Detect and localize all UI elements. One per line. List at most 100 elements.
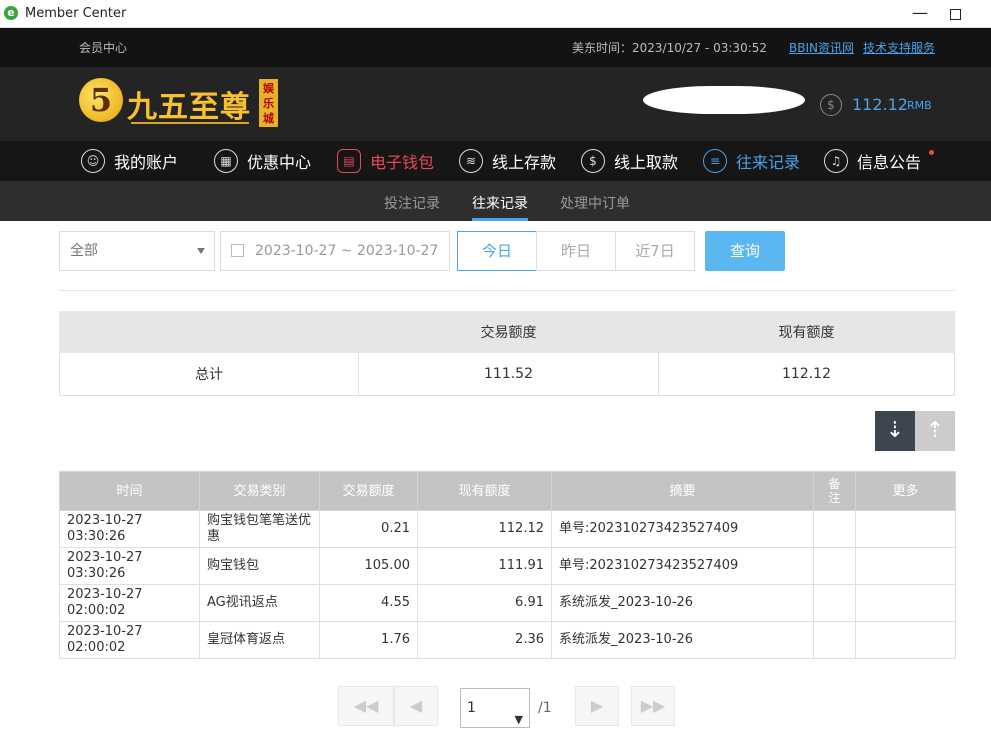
main-nav: ☺ 我的账户 ▦ 优惠中心 ▤ 电子钱包 ≋ 线上存款 $ 线上取款 ≡ 往来记… [0,141,991,181]
username-redacted [643,86,805,114]
cell-remark [813,621,856,659]
top-info-bar: 会员中心 美东时间：2023/10/27 - 03:30:52 BBIN资讯网 … [0,28,991,67]
prev-page-icon[interactable]: ◀ [394,686,438,726]
page-select[interactable]: 1 ▼ [460,688,530,728]
cell-more[interactable] [855,621,956,659]
summary-total-label: 总计 [59,352,359,396]
notification-dot [929,150,934,155]
table-row: 2023-10-27 02:00:02 AG视讯返点 4.55 6.91 系统派… [59,584,956,622]
tab-bet-records[interactable]: 投注记录 [384,193,440,213]
active-tab-indicator [472,218,528,221]
cell-type: AG视讯返点 [199,584,320,622]
search-button[interactable]: 查询 [705,231,785,271]
nav-label: 往来记录 [736,153,801,172]
nav-label: 优惠中心 [247,153,312,172]
cell-summary: 单号:202310273423527409 [551,547,814,585]
nav-label: 我的账户 [114,153,179,172]
deposit-icon: ≋ [459,149,483,173]
page-select-value: 1 [467,700,476,716]
nav-e-wallet[interactable]: ▤ 电子钱包 [337,141,434,181]
cell-type: 皇冠体育返点 [199,621,320,659]
bbin-news-link[interactable]: BBIN资讯网 [789,39,854,56]
cell-time: 2023-10-27 03:30:26 [59,547,200,585]
cell-more[interactable] [855,584,956,622]
column-header: 现有额度 [417,471,552,511]
nav-announcements[interactable]: ♫ 信息公告 [824,141,921,181]
column-header: 时间 [59,471,200,511]
cell-time: 2023-10-27 03:30:26 [59,510,200,548]
cell-time: 2023-10-27 02:00:02 [59,584,200,622]
records-icon: ≡ [703,149,727,173]
balance-value: 112.12 [852,95,908,114]
type-select-value: 全部 [70,243,98,259]
brand-badge: 娱乐城 [259,79,278,127]
sort-ascending-icon[interactable]: ⇡ [915,411,955,451]
cell-amount: 0.21 [319,510,418,548]
cell-more[interactable] [855,510,956,548]
nav-records[interactable]: ≡ 往来记录 [703,141,800,181]
transactions-table: 时间 交易类别 交易额度 现有额度 摘要 备注 更多 2023-10-27 03… [59,471,956,659]
maximize-icon[interactable] [950,9,961,20]
nav-promotions[interactable]: ▦ 优惠中心 [214,141,311,181]
last-page-icon[interactable]: ▶▶ [631,686,675,726]
summary-header [59,311,359,353]
cell-more[interactable] [855,547,956,585]
nav-label: 信息公告 [857,153,922,172]
cell-amount: 105.00 [319,547,418,585]
browser-icon: e [4,6,18,20]
cell-type: 购宝钱包 [199,547,320,585]
cell-amount: 1.76 [319,621,418,659]
summary-transaction-amount: 111.52 [358,352,659,396]
divider [59,290,955,291]
minimize-icon[interactable]: — [912,3,928,22]
brand-name: 九五至尊 [127,90,251,125]
balance-currency: RMB [907,99,932,112]
nav-deposit[interactable]: ≋ 线上存款 [459,141,556,181]
brand-logo-icon: 5 [79,78,123,122]
wallet-icon: ▤ [337,149,361,173]
cell-type: 购宝钱包笔笔送优惠 [199,510,320,548]
cell-balance: 2.36 [417,621,552,659]
yesterday-button[interactable]: 昨日 [536,231,616,271]
type-select[interactable]: 全部 [59,231,215,271]
cell-summary: 单号:202310273423527409 [551,510,814,548]
sort-descending-icon[interactable]: ⇣ [875,411,915,451]
site-header: 5 九五至尊 娱乐城 $ 112.12 RMB [0,67,991,141]
chevron-down-icon: ▼ [514,713,523,726]
tab-transaction-records[interactable]: 往来记录 [472,193,528,213]
today-button[interactable]: 今日 [457,231,537,271]
column-header: 备注 [813,471,856,511]
last-7-days-button[interactable]: 近7日 [615,231,695,271]
column-header: 交易额度 [319,471,418,511]
cell-balance: 112.12 [417,510,552,548]
table-row: 2023-10-27 03:30:26 购宝钱包 105.00 111.91 单… [59,547,956,585]
withdraw-icon: $ [581,149,605,173]
summary-header: 交易额度 [358,311,659,353]
cell-summary: 系统派发_2023-10-26 [551,621,814,659]
summary-table: 交易额度 现有额度 总计 111.52 112.12 [59,311,955,396]
first-page-icon[interactable]: ◀◀ [338,686,394,726]
window-title: Member Center [25,6,127,21]
nav-label: 线上取款 [614,153,679,172]
cell-balance: 111.91 [417,547,552,585]
chevron-down-icon [197,248,205,254]
cell-remark [813,510,856,548]
page-total: /1 [538,700,552,716]
next-page-icon[interactable]: ▶ [575,686,619,726]
nav-withdraw[interactable]: $ 线上取款 [581,141,678,181]
tab-pending-orders[interactable]: 处理中订单 [560,193,630,213]
cell-time: 2023-10-27 02:00:02 [59,621,200,659]
summary-header: 现有额度 [658,311,955,353]
date-range-input[interactable]: 2023-10-27 ~ 2023-10-27 [220,231,450,271]
table-row: 2023-10-27 03:30:26 购宝钱包笔笔送优惠 0.21 112.1… [59,510,956,548]
nav-label: 线上存款 [492,153,557,172]
column-header: 交易类别 [199,471,320,511]
nav-my-account[interactable]: ☺ 我的账户 [81,141,178,181]
tech-support-link[interactable]: 技术支持服务 [863,39,935,56]
eastern-time: 美东时间：2023/10/27 - 03:30:52 [572,41,768,55]
cell-balance: 6.91 [417,584,552,622]
member-center-label: 会员中心 [79,41,128,55]
summary-current-balance: 112.12 [658,352,955,396]
cell-summary: 系统派发_2023-10-26 [551,584,814,622]
table-row: 2023-10-27 02:00:02 皇冠体育返点 1.76 2.36 系统派… [59,621,956,659]
